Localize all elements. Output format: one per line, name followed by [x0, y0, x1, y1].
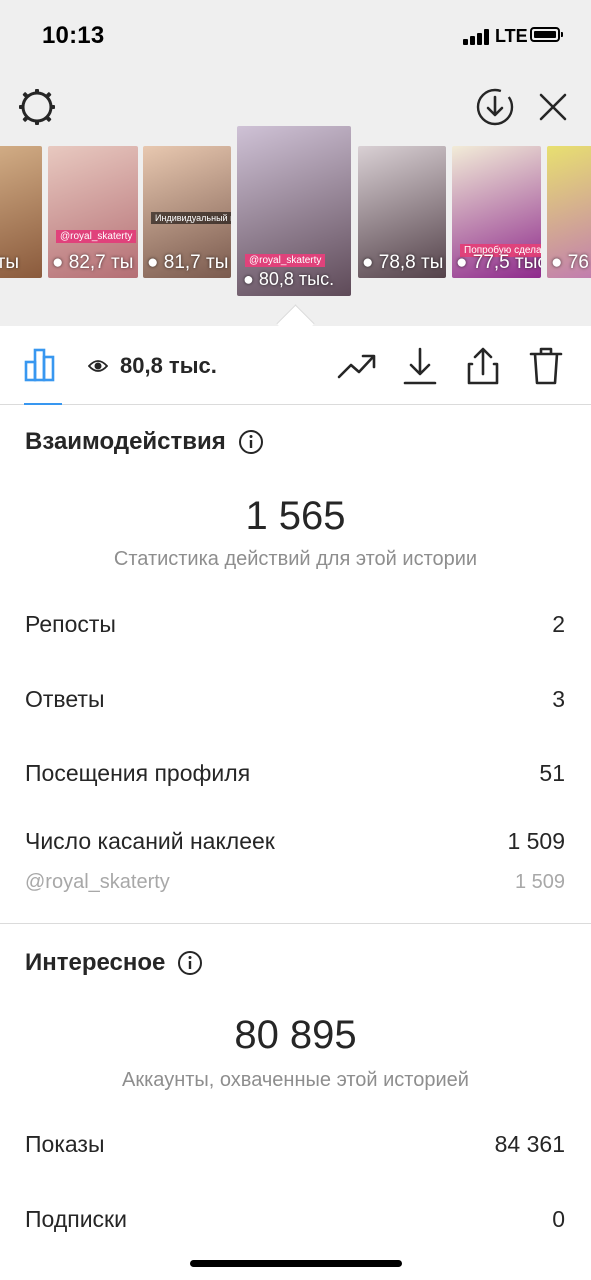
row-value: 0: [552, 1206, 565, 1232]
info-icon[interactable]: [177, 950, 203, 976]
interactions-row: Число касаний наклеек 1 509: [25, 828, 565, 855]
bar-chart-icon: [24, 348, 55, 382]
insights-toolbar: 80,8 тыс.: [0, 326, 591, 405]
story-thumbnail[interactable]: ● 78,8 ты: [358, 146, 446, 278]
story-views: 82,7 ты: [68, 252, 134, 273]
row-label: Подписки: [25, 1206, 127, 1232]
row-label: Посещения профиля: [25, 760, 251, 786]
sticker-detail-row: @royal_skaterty 1 509: [25, 871, 565, 894]
battery-icon: [530, 27, 563, 42]
row-value: 51: [539, 760, 565, 786]
story-thumbnail[interactable]: ● 4 ты: [0, 146, 42, 278]
share-icon: [467, 347, 499, 385]
story-views: 77,5 тыс: [472, 252, 541, 273]
settings-button[interactable]: [16, 86, 58, 128]
tab-insights[interactable]: [20, 344, 66, 405]
row-label: Показы: [25, 1131, 105, 1157]
network-label: LTE: [495, 26, 528, 46]
interactions-heading: Взаимодействия: [25, 428, 226, 455]
trending-up-icon: [337, 354, 376, 379]
story-thumbnail[interactable]: Индивидуальный пошив ● 81,7 ты: [143, 146, 231, 278]
close-button[interactable]: [534, 88, 572, 126]
discovery-caption: Аккаунты, охваченные этой историей: [122, 1069, 469, 1091]
status-time: 10:13: [42, 22, 105, 49]
story-views: 80,8 тыс.: [258, 269, 335, 289]
close-icon: [539, 93, 567, 121]
signal-icon: [463, 29, 491, 45]
interactions-total: 1 565: [245, 494, 346, 538]
trash-icon: [529, 347, 563, 385]
gear-icon: [19, 89, 55, 125]
download-circle-icon: [476, 88, 514, 126]
story-thumbnail[interactable]: @royal_skaterty ● 82,7 ты: [48, 146, 138, 278]
save-story-button[interactable]: [474, 86, 516, 128]
row-value: 84 361: [494, 1131, 565, 1157]
delete-button[interactable]: [524, 344, 568, 388]
story-views: 78,8 ты: [378, 252, 444, 273]
interactions-row: Посещения профиля 51: [25, 760, 565, 787]
eye-icon: ●: [362, 252, 379, 273]
eye-icon: ●: [243, 269, 259, 289]
discovery-heading: Интересное: [25, 949, 166, 976]
download-button[interactable]: [398, 344, 442, 388]
row-value: 2: [552, 611, 565, 637]
story-views: 81,7 ты: [163, 252, 229, 273]
promote-button[interactable]: [335, 344, 379, 388]
eye-icon: ●: [52, 252, 69, 273]
story-views: 76: [567, 252, 589, 273]
story-thumbnail-selected[interactable]: @royal_skaterty ● 80,8 тыс.: [237, 126, 351, 296]
story-thumbnail[interactable]: Попробую сделать ● 77,5 тыс: [452, 146, 541, 278]
sticker-value: 1 509: [514, 871, 565, 893]
status-bar: 10:13 LTE: [0, 0, 591, 72]
story-tag: @royal_skaterty: [56, 230, 137, 243]
eye-icon: [88, 360, 108, 372]
row-label: Репосты: [25, 611, 116, 637]
interactions-row: Ответы 3: [25, 686, 565, 713]
row-label: Ответы: [25, 686, 105, 712]
row-label: Число касаний наклеек: [25, 828, 275, 854]
row-value: 3: [552, 686, 565, 712]
views-count: 80,8 тыс.: [120, 353, 217, 378]
sticker-label: @royal_skaterty: [25, 871, 170, 893]
info-icon[interactable]: [238, 429, 264, 455]
interactions-title: Взаимодействия: [25, 428, 264, 456]
eye-icon: ●: [456, 252, 473, 273]
section-divider: [0, 923, 591, 924]
interactions-row: Репосты 2: [25, 611, 565, 638]
discovery-row: Показы 84 361: [25, 1131, 565, 1158]
story-tag: @royal_skaterty: [245, 254, 326, 267]
interactions-caption: Статистика действий для этой истории: [113, 548, 478, 570]
discovery-row: Подписки 0: [25, 1206, 565, 1233]
discovery-title: Интересное: [25, 949, 203, 977]
story-views: 4 ты: [0, 252, 19, 273]
story-thumbnail[interactable]: ● 76: [547, 146, 591, 278]
views-summary: 80,8 тыс.: [88, 352, 217, 380]
download-icon: [403, 347, 437, 385]
story-tag: Индивидуальный пошив: [151, 212, 231, 224]
eye-icon: ●: [147, 252, 164, 273]
home-indicator: [190, 1260, 402, 1267]
eye-icon: ●: [551, 252, 568, 273]
story-header-area: 10:13 LTE ты @royal_skaterty ● 82,7 ты И…: [0, 0, 591, 343]
story-thumbnails: ● 4 ты @royal_skaterty ● 82,7 ты Индивид…: [0, 126, 591, 326]
row-value: 1 509: [507, 828, 565, 854]
discovery-total: 80 895: [234, 1013, 357, 1057]
share-button[interactable]: [461, 344, 505, 388]
